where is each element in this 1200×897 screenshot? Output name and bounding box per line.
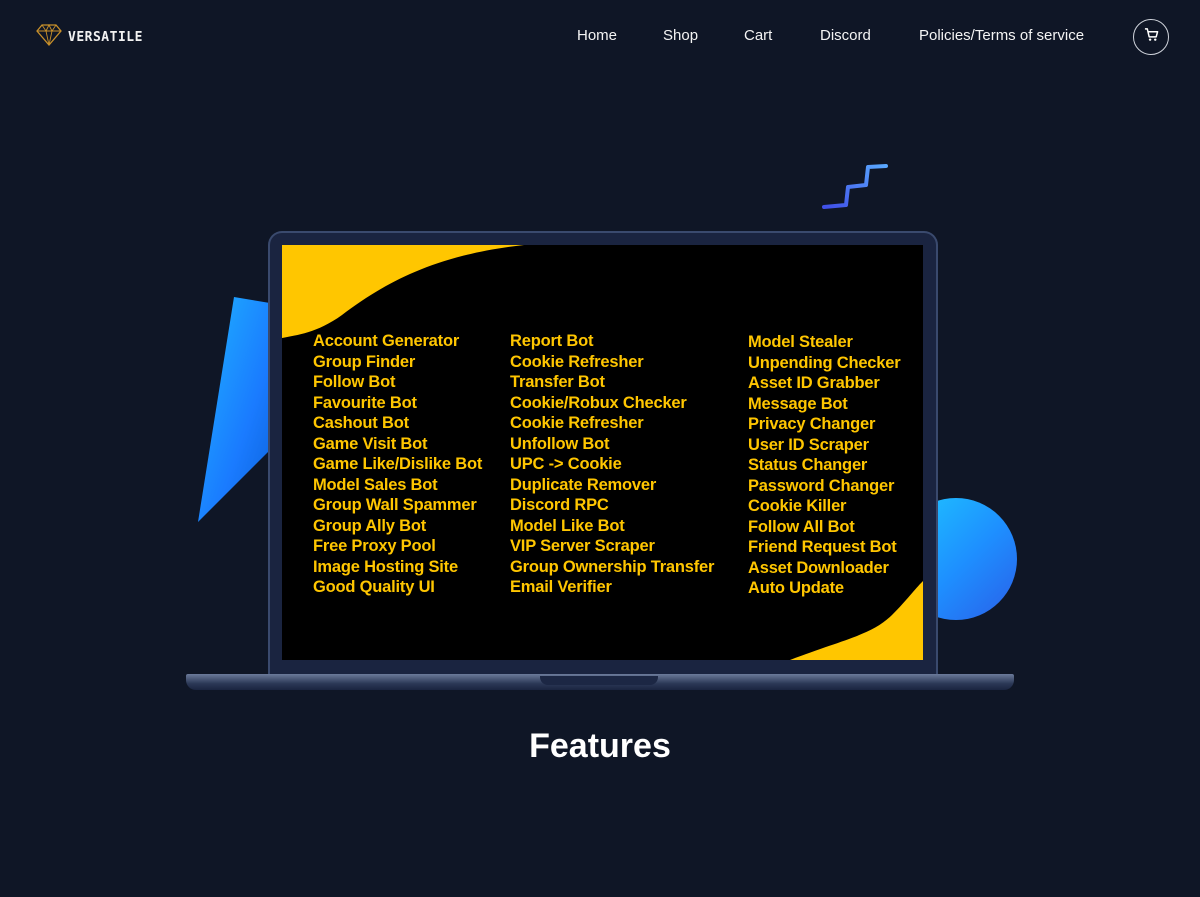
feature-item: Cookie/Robux Checker — [510, 393, 687, 412]
features-column-1: Account Generator Group Finder Follow Bo… — [313, 331, 482, 598]
feature-item: Group Finder — [313, 352, 416, 371]
feature-item: Message Bot — [748, 394, 848, 413]
section-heading: Features — [529, 726, 671, 765]
feature-item: Asset ID Grabber — [748, 374, 880, 392]
feature-item: Friend Request Bot — [748, 538, 897, 556]
feature-item: Group Ownership Transfer — [510, 557, 715, 576]
feature-item: Model Sales Bot — [313, 475, 438, 494]
features-column-3: Model Stealer Unpending Checker Asset ID… — [748, 332, 901, 599]
features-column-2: Report Bot Cookie Refresher Transfer Bot… — [510, 331, 714, 598]
feature-item: Report Bot — [510, 332, 594, 350]
blue-circle-decoration — [924, 498, 1017, 620]
feature-item: Model Like Bot — [510, 516, 625, 535]
cart-icon — [1144, 27, 1159, 47]
cart-button[interactable] — [1133, 19, 1169, 55]
feature-item: Good Quality UI — [313, 578, 435, 596]
feature-item: Unfollow Bot — [510, 434, 610, 453]
feature-item: Game Like/Dislike Bot — [313, 455, 483, 473]
nav-discord[interactable]: Discord — [820, 26, 871, 46]
feature-item: Privacy Changer — [748, 415, 876, 433]
feature-item: Cashout Bot — [313, 414, 409, 432]
feature-item: Image Hosting Site — [313, 557, 458, 576]
feature-item: Email Verifier — [510, 578, 612, 596]
feature-item: Status Changer — [748, 456, 868, 474]
feature-item: Cookie Refresher — [510, 414, 644, 432]
zigzag-decoration — [822, 164, 888, 209]
feature-item: Transfer Bot — [510, 373, 605, 391]
laptop-notch — [540, 676, 658, 685]
blue-triangle-decoration — [198, 297, 276, 522]
feature-item: Group Ally Bot — [313, 516, 426, 535]
feature-item: Game Visit Bot — [313, 434, 428, 453]
feature-item: Duplicate Remover — [510, 475, 657, 494]
feature-item: Discord RPC — [510, 496, 609, 514]
feature-item: Favourite Bot — [313, 393, 417, 412]
feature-item: Cookie Killer — [748, 497, 847, 515]
laptop-screen: Account Generator Group Finder Follow Bo… — [282, 245, 923, 660]
feature-item: VIP Server Scraper — [510, 537, 655, 555]
feature-item: Follow Bot — [313, 373, 396, 391]
nav-home[interactable]: Home — [577, 26, 617, 46]
feature-item: UPC -> Cookie — [510, 455, 622, 473]
feature-item: User ID Scraper — [748, 435, 869, 454]
feature-item: Password Changer — [748, 476, 895, 495]
feature-item: Cookie Refresher — [510, 352, 644, 371]
main-nav: Home Shop Cart Discord Policies/Terms of… — [0, 26, 1200, 46]
nav-policies[interactable]: Policies/Terms of service — [919, 26, 1084, 46]
feature-item: Group Wall Spammer — [313, 496, 477, 514]
nav-shop[interactable]: Shop — [663, 26, 698, 46]
feature-item: Model Stealer — [748, 333, 853, 351]
feature-item: Auto Update — [748, 579, 844, 597]
feature-item: Follow All Bot — [748, 517, 855, 536]
nav-cart[interactable]: Cart — [744, 26, 772, 46]
feature-item: Account Generator — [313, 332, 460, 350]
feature-item: Free Proxy Pool — [313, 537, 436, 555]
feature-item: Unpending Checker — [748, 353, 901, 372]
feature-item: Asset Downloader — [748, 558, 889, 577]
